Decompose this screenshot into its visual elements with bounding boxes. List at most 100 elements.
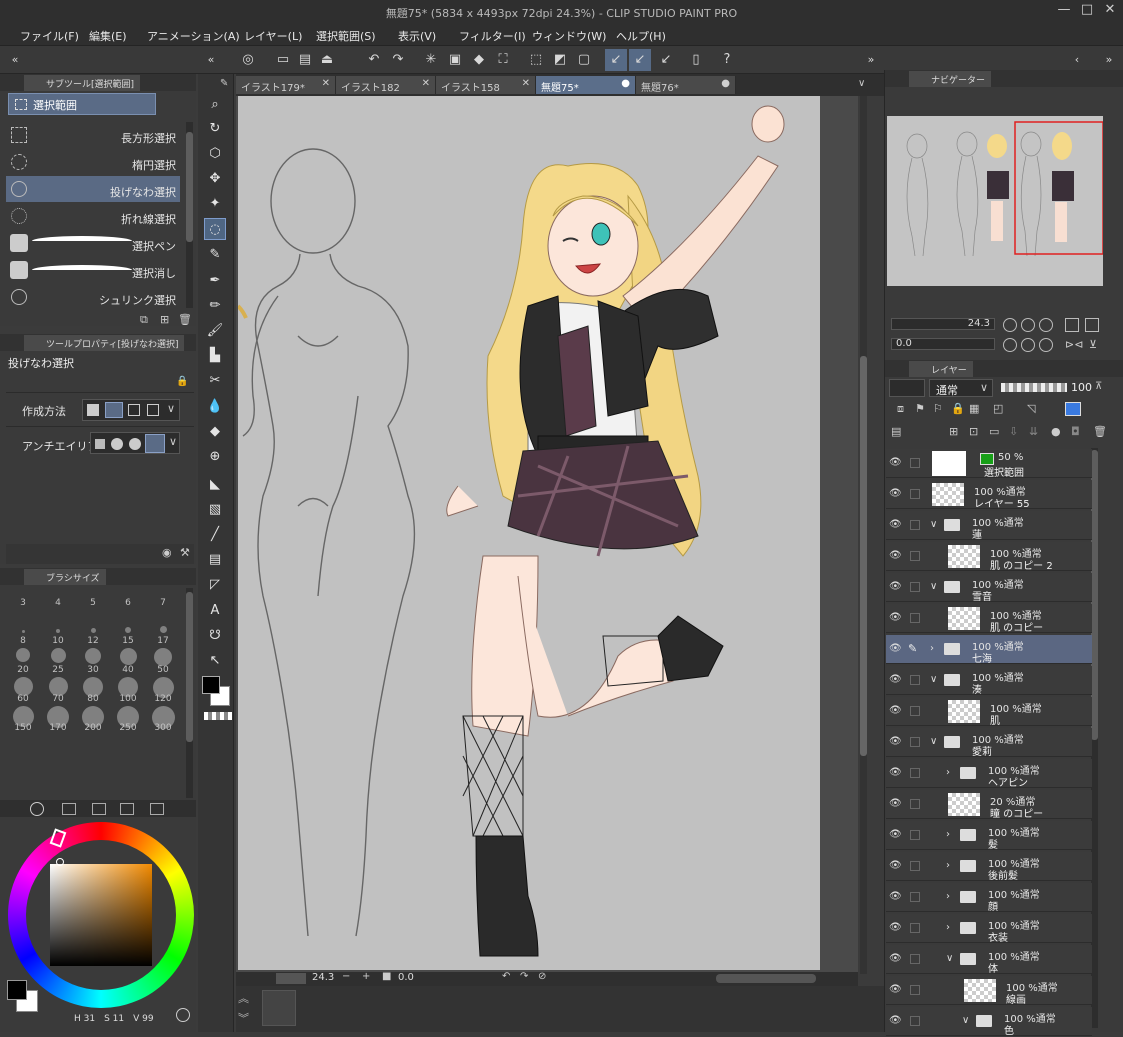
crop-icon[interactable]: ⛶ xyxy=(492,49,514,71)
menu-filter[interactable]: フィルター(I) xyxy=(459,28,526,44)
mask-enable-icon[interactable]: ◰ xyxy=(993,402,1003,415)
expand-arrow-icon[interactable]: ∨ xyxy=(930,736,937,747)
zoom-in-icon[interactable]: + xyxy=(362,971,370,982)
show-selection-icon[interactable]: ▢ xyxy=(573,49,595,71)
undo-icon[interactable]: ↶ xyxy=(363,49,385,71)
layer-lock-checkbox[interactable] xyxy=(910,892,920,902)
invert-selection-icon[interactable]: ◩ xyxy=(549,49,571,71)
layer-row[interactable]: 👁 › 100 %通常 ヘアピン xyxy=(886,759,1092,789)
subtool-copy-icon[interactable]: ⧉ xyxy=(140,313,148,327)
brush-size-50[interactable]: 50 xyxy=(146,648,180,677)
brush-tool-icon[interactable]: 🖌 xyxy=(204,320,226,342)
decoration-tool-icon[interactable]: ✂ xyxy=(204,370,226,392)
foreground-color-swatch[interactable] xyxy=(7,980,27,1000)
rotate-right-icon[interactable]: ↷ xyxy=(520,971,528,982)
nav-rotate-right-icon[interactable] xyxy=(1021,338,1035,352)
opacity-slider[interactable] xyxy=(1001,383,1067,392)
panel-right-arrow-icon[interactable]: » xyxy=(1098,49,1120,71)
nav-zoom-slider[interactable]: 24.3 xyxy=(891,318,995,330)
eraser-tool-icon[interactable]: ◆ xyxy=(204,421,226,443)
visibility-eye-icon[interactable]: 👁 xyxy=(889,581,903,593)
nav-zoom-in-icon[interactable] xyxy=(1021,318,1035,332)
visibility-eye-icon[interactable]: 👁 xyxy=(889,922,903,934)
brush-size-5[interactable]: 5 xyxy=(76,590,110,619)
visibility-eye-icon[interactable]: 👁 xyxy=(889,1015,903,1027)
brush-size-200[interactable]: 200 xyxy=(76,706,110,735)
ruler-layer-icon[interactable]: ◹ xyxy=(1027,402,1035,415)
text-tool-icon[interactable]: A xyxy=(204,600,226,622)
frame-tool-icon[interactable]: ▤ xyxy=(204,549,226,571)
balloon-tool-icon[interactable]: ☋ xyxy=(204,625,226,647)
layer-lock-checkbox[interactable] xyxy=(910,1016,920,1026)
visibility-eye-icon[interactable]: 👁 xyxy=(889,984,903,996)
expand-arrow-icon[interactable]: › xyxy=(930,643,934,654)
lock-transparent-icon[interactable]: ▦ xyxy=(969,402,979,415)
rotate-left-icon[interactable]: ↶ xyxy=(502,971,510,982)
brush-size-100[interactable]: 100 xyxy=(111,677,145,706)
layer-scrollbar[interactable] xyxy=(1091,448,1098,1028)
layer-tab[interactable]: レイヤー xyxy=(909,361,973,377)
subtool-scroll-thumb[interactable] xyxy=(186,132,193,242)
airbrush-tool-icon[interactable]: ▙ xyxy=(204,345,226,367)
subtool-group-selector[interactable]: 選択範囲 xyxy=(8,93,156,115)
add-selection-icon[interactable] xyxy=(105,402,123,418)
rotate-tool-icon[interactable]: ↻ xyxy=(204,118,226,140)
doc-tab-untitled75[interactable]: 無題75* ● xyxy=(536,76,636,94)
fill-tool-icon[interactable]: ◣ xyxy=(204,474,226,496)
subtool-tab[interactable]: サブツール[選択範囲] xyxy=(24,75,141,91)
layer-row[interactable]: 👁 › 100 %通常 後前髪 xyxy=(886,852,1092,882)
expand-arrow-icon[interactable]: ∨ xyxy=(930,581,937,592)
maximize-button[interactable]: □ xyxy=(1078,2,1096,22)
opacity-stepper-icon[interactable]: ⊼ xyxy=(1095,381,1102,392)
tab-list-chevron-icon[interactable]: ∨ xyxy=(858,78,865,89)
lock-layer-icon[interactable]: 🔒 xyxy=(951,402,965,415)
redo-icon[interactable]: ↷ xyxy=(387,49,409,71)
move-tool-icon[interactable]: ✥ xyxy=(204,168,226,190)
saturation-value-square[interactable] xyxy=(50,864,152,966)
merge-down-icon[interactable]: ⇊ xyxy=(1029,425,1038,438)
layer-row[interactable]: 👁 ∨ 100 %通常 愛莉 xyxy=(886,728,1092,758)
subtool-selection-pen[interactable]: 選択ペン xyxy=(6,230,180,256)
brush-size-120[interactable]: 120 xyxy=(146,677,180,706)
minimize-button[interactable]: — xyxy=(1055,2,1073,22)
line-tool-icon[interactable]: ╱ xyxy=(204,524,226,546)
menu-view[interactable]: 表示(V) xyxy=(398,28,436,44)
layer-row[interactable]: 👁 › 100 %通常髪 xyxy=(886,821,1092,851)
settings-icon[interactable]: ◉ xyxy=(162,546,172,559)
nav-flip-v-icon[interactable]: ⊻ xyxy=(1089,338,1097,351)
gradient-tool-icon[interactable]: ▧ xyxy=(204,499,226,521)
pen-tool-icon[interactable]: ✒ xyxy=(204,270,226,292)
visibility-eye-icon[interactable]: 👁 xyxy=(889,674,903,686)
approx-tab-icon[interactable] xyxy=(150,803,164,815)
correct-line-tool-icon[interactable]: ↖ xyxy=(204,650,226,672)
clear-icon[interactable]: ▣ xyxy=(444,49,466,71)
gradient-map-tool-icon[interactable]: ⊕ xyxy=(204,446,226,468)
aa-medium-icon[interactable] xyxy=(129,438,141,450)
menu-edit[interactable]: 編集(E) xyxy=(89,28,127,44)
visibility-eye-icon[interactable]: 👁 xyxy=(889,643,903,655)
expand-down-icon[interactable]: ︾ xyxy=(238,1010,249,1026)
color-set-tab-icon[interactable] xyxy=(62,803,76,815)
collapse-left-icon[interactable]: « xyxy=(4,49,26,71)
sv-picker[interactable] xyxy=(56,858,64,866)
nav-zoom-out-icon[interactable] xyxy=(1003,318,1017,332)
doc-tab-untitled76[interactable]: 無題76* ● xyxy=(636,76,736,94)
brush-size-4[interactable]: 4 xyxy=(41,590,75,619)
slider-tab-icon[interactable] xyxy=(92,803,106,815)
subtool-rect-select[interactable]: 長方形選択 xyxy=(6,122,180,148)
lasso-tool-icon[interactable]: ◌ xyxy=(204,218,226,240)
subtool-lasso-select[interactable]: 投げなわ選択 xyxy=(6,176,180,202)
visibility-eye-icon[interactable]: 👁 xyxy=(889,550,903,562)
nav-flip-h-icon[interactable]: ⊳⊲ xyxy=(1065,338,1083,351)
layer-lock-checkbox[interactable] xyxy=(910,768,920,778)
brushsize-scroll-thumb[interactable] xyxy=(186,592,193,742)
brush-size-60[interactable]: 60 xyxy=(6,677,40,706)
brush-size-300[interactable]: 300 xyxy=(146,706,180,735)
brush-size-7[interactable]: 7 xyxy=(146,590,180,619)
layer-row[interactable]: 👁 20 %通常瞳 のコピー xyxy=(886,790,1092,820)
layer-lock-checkbox[interactable] xyxy=(910,551,920,561)
menu-help[interactable]: ヘルプ(H) xyxy=(616,28,666,44)
canvas-hscroll-thumb[interactable] xyxy=(716,974,816,983)
transform-icon[interactable]: ✳ xyxy=(420,49,442,71)
ruler-tool-icon[interactable]: ◸ xyxy=(204,574,226,596)
